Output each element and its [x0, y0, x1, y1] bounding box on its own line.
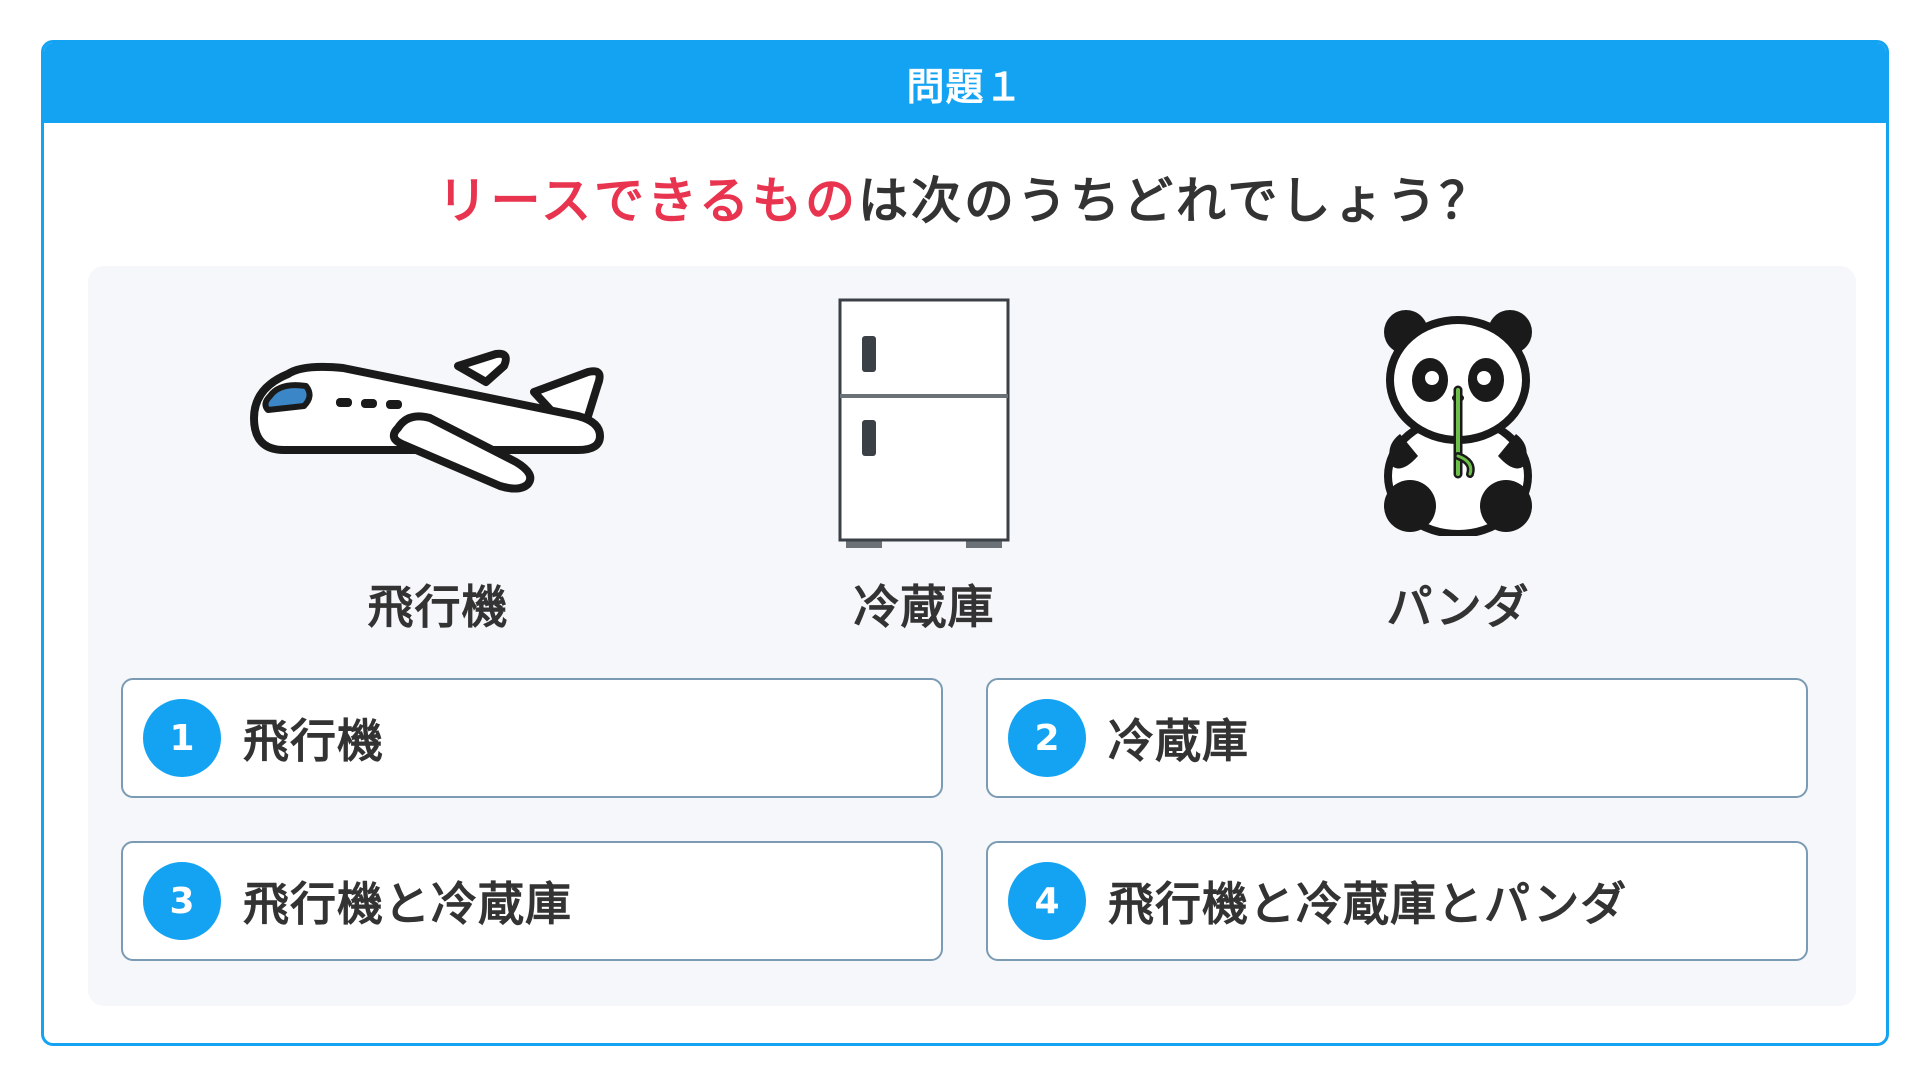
choice-4[interactable]: 4 飛行機と冷蔵庫とパンダ — [986, 841, 1808, 961]
item-airplane: 飛行機 — [248, 346, 628, 634]
question-rest: は次のうちどれでしょう？ — [858, 172, 1493, 230]
choice-number-4: 4 — [1008, 862, 1086, 940]
item-panda: パンダ — [1308, 306, 1608, 634]
refrigerator-icon — [838, 298, 1010, 548]
quiz-header: 問題１ — [44, 43, 1886, 123]
choice-text-2: 冷蔵庫 — [1108, 714, 1249, 768]
item-label-refrigerator: 冷蔵庫 — [853, 580, 995, 634]
choice-2[interactable]: 2 冷蔵庫 — [986, 678, 1808, 798]
item-refrigerator: 冷蔵庫 — [784, 296, 1064, 634]
item-label-airplane: 飛行機 — [367, 580, 509, 634]
choice-number-2: 2 — [1008, 699, 1086, 777]
panda-icon — [1384, 310, 1532, 536]
choice-text-1: 飛行機 — [243, 714, 384, 768]
question-text: リースできるものは次のうちどれでしょう？ — [44, 161, 1886, 230]
airplane-icon — [250, 349, 604, 493]
quiz-card: 問題１ リースできるものは次のうちどれでしょう？ 飛行機 冷蔵庫 パンダ 1 飛… — [41, 40, 1889, 1046]
question-highlight: リースできるもの — [437, 172, 858, 230]
choice-number-3: 3 — [143, 862, 221, 940]
quiz-title: 問題１ — [906, 64, 1024, 109]
choice-text-3: 飛行機と冷蔵庫 — [243, 877, 572, 931]
choice-1[interactable]: 1 飛行機 — [121, 678, 943, 798]
choice-text-4: 飛行機と冷蔵庫とパンダ — [1108, 877, 1628, 931]
item-label-panda: パンダ — [1386, 580, 1530, 634]
illustration-panel: 飛行機 冷蔵庫 パンダ 1 飛行機 2 冷蔵庫 3 飛行機と冷蔵庫 4 飛行機と… — [88, 266, 1856, 1006]
choice-number-1: 1 — [143, 699, 221, 777]
choice-3[interactable]: 3 飛行機と冷蔵庫 — [121, 841, 943, 961]
